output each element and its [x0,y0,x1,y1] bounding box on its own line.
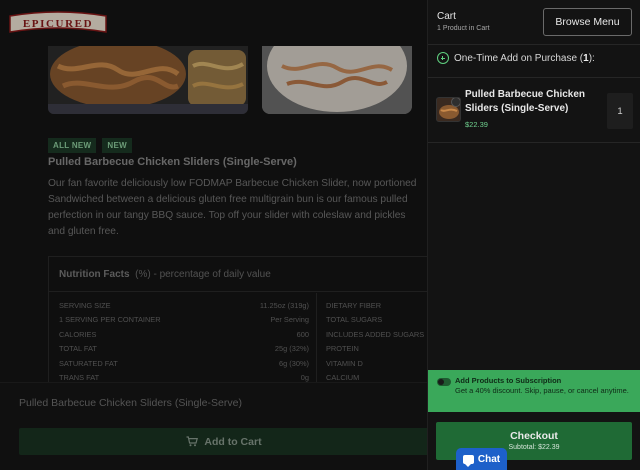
subscription-text: Get a 40% discount. Skip, pause, or canc… [455,386,629,395]
nutrition-row: DIETARY FIBER [326,301,429,315]
nutrition-title: Nutrition Facts [59,269,130,280]
nutrition-label: PROTEIN [326,344,359,354]
product-photo-1[interactable] [48,46,248,114]
nutrition-label: TOTAL FAT [59,344,97,354]
nutrition-label: CALORIES [59,329,97,339]
nutrition-row: TOTAL FAT 25g (32%) [59,344,309,358]
svg-text:EPICURED: EPICURED [23,18,93,30]
nutrition-note: (%) - percentage of daily value [135,269,271,280]
description-line: Our fan favorite deliciously low FODMAP … [48,178,417,189]
nutrition-row: SERVING SIZE 11.25oz (319g) [59,301,309,315]
nutrition-label: 1 SERVING PER CONTAINER [59,315,161,325]
cart-header-divider [428,44,640,45]
nutrition-value: 600 [296,329,309,339]
plus-circle-icon [437,52,449,64]
app-root: EPICURED ALL NEW NEW Pulled Barbecue Chi… [0,0,640,470]
nutrition-label: VITAMIN D [326,358,363,368]
nutrition-label: SATURATED FAT [59,358,118,368]
nutrition-heading: Nutrition Facts (%) - percentage of dail… [59,269,271,280]
sticky-product-title: Pulled Barbecue Chicken Sliders (Single-… [19,397,242,409]
product-description: Our fan favorite deliciously low FODMAP … [48,176,428,240]
browse-menu-button[interactable]: Browse Menu [543,8,632,36]
chat-button[interactable]: Chat [456,448,507,470]
nutrition-label: INCLUDES ADDED SUGARS [326,329,425,339]
add-to-cart-button[interactable]: Add to Cart [19,428,429,455]
product-photo-2[interactable] [262,46,412,114]
cart-item-price: $22.39 [465,120,488,129]
brand-logo[interactable]: EPICURED [8,10,108,36]
add-to-cart-label: Add to Cart [204,435,262,448]
nutrition-facts-panel: Nutrition Facts (%) - percentage of dail… [48,256,429,387]
quantity-selector[interactable]: 1 [607,93,633,129]
nutrition-row: CALORIES 600 [59,330,309,344]
one-time-label: One-Time Add on Purchase (1): [454,52,595,64]
cart-item-thumbnail[interactable] [436,97,461,122]
description-line: Sandwiched between a delicious gluten fr… [48,194,408,205]
chat-bubble-icon [462,454,474,467]
nutrition-column-divider [316,293,317,387]
nutrition-value: 25g (32%) [274,344,309,354]
badge-all-new: ALL NEW [48,138,97,153]
cart-item-name: Pulled Barbecue Chicken Sliders (Single-… [465,89,586,114]
checkout-label: Checkout [510,430,558,442]
cart-drawer: Cart 1 Product in Cart Browse Menu One-T… [427,0,640,470]
nutrition-label: TOTAL SUGARS [326,315,383,325]
cart-product-count: 1 Product in Cart [437,25,490,32]
nutrition-divider [49,291,429,292]
nutrition-right-column: DIETARY FIBER TOTAL SUGARS INCLUDES ADDE… [326,301,429,387]
subscription-title: Add Products to Subscription [455,376,562,385]
item-divider [428,142,640,143]
product-badges: ALL NEW NEW [48,138,132,153]
nutrition-label: SERVING SIZE [59,301,111,310]
chat-label: Chat [477,453,501,465]
cart-icon [186,436,199,447]
cart-title: Cart [437,11,456,22]
badge-new: NEW [102,138,132,153]
nutrition-left-column: SERVING SIZE 11.25oz (319g) 1 SERVING PER… [59,301,309,387]
nutrition-label: DIETARY FIBER [326,301,382,310]
remove-item-icon[interactable] [451,98,460,107]
one-time-section-header[interactable]: One-Time Add on Purchase (1): [437,52,595,64]
nutrition-row: PROTEIN [326,344,429,358]
nutrition-row: INCLUDES ADDED SUGARS [326,330,429,344]
nutrition-row: 1 SERVING PER CONTAINER Per Serving [59,315,309,329]
description-line: perfection in our tangy BBQ sauce. Top o… [48,210,406,221]
nutrition-row: TOTAL SUGARS [326,315,429,329]
nutrition-row: SATURATED FAT 6g (30%) [59,359,309,373]
description-line: and gluten free. [48,226,119,237]
nutrition-row: VITAMIN D [326,359,429,373]
product-title: Pulled Barbecue Chicken Sliders (Single-… [48,156,297,168]
nutrition-value: Per Serving [270,315,309,325]
cart-item: Pulled Barbecue Chicken Sliders (Single-… [428,80,640,140]
subscription-upsell[interactable]: Add Products to Subscription Get a 40% d… [428,370,640,412]
nutrition-value: 11.25oz (319g) [259,301,309,310]
nutrition-value: 6g (30%) [279,358,309,368]
section-divider [428,77,640,78]
subscription-toggle[interactable] [437,378,451,386]
